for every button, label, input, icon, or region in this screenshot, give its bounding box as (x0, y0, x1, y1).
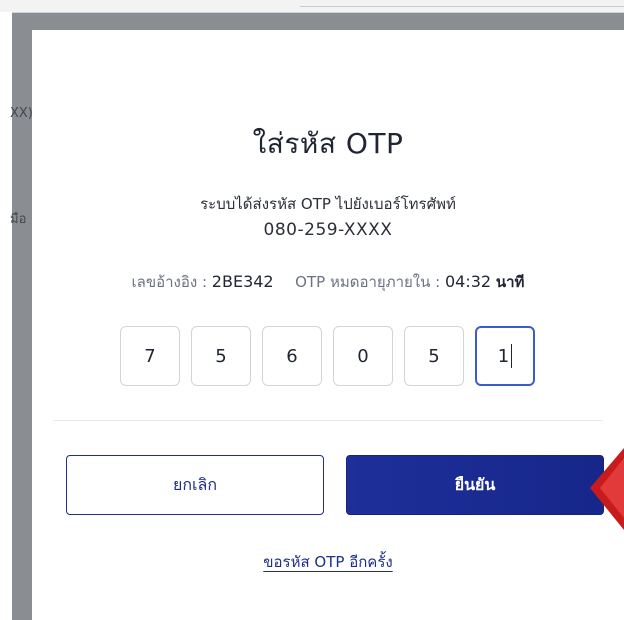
otp-digit-input-3[interactable]: 6 (262, 326, 322, 386)
background-text-fragment: มือ (10, 212, 27, 227)
confirm-button[interactable]: ยืนยัน (346, 455, 604, 515)
otp-digit-input-2[interactable]: 5 (191, 326, 251, 386)
red-pointer-arrow-icon (590, 448, 624, 530)
otp-digit-input-4[interactable]: 0 (333, 326, 393, 386)
expire-time: 04:32 (444, 272, 492, 291)
background-left-panel (0, 12, 12, 620)
phone-number: 080-259-XXXX (263, 220, 393, 240)
divider (54, 420, 602, 421)
otp-digit-input-5[interactable]: 5 (404, 326, 464, 386)
otp-digit-value: 7 (144, 345, 156, 367)
background-text-fragment: XX) (10, 106, 33, 121)
background-rule (300, 6, 624, 7)
ref-label: เลขอ้างอิง : (131, 273, 208, 291)
expire-label: OTP หมดอายุภายใน : (295, 273, 441, 291)
otp-input-row: 7 5 6 0 5 1 (120, 326, 535, 388)
background-top-bar (0, 0, 624, 13)
otp-digit-value: 5 (428, 345, 440, 367)
otp-digit-input-1[interactable]: 7 (120, 326, 180, 386)
otp-digit-value: 6 (286, 345, 298, 367)
expire-unit: นาที (495, 273, 525, 291)
otp-sent-description: ระบบได้ส่งรหัส OTP ไปยังเบอร์โทรศัพท์ (200, 195, 456, 213)
otp-digit-value: 1 (497, 345, 510, 367)
otp-modal: ใส่รหัส OTP ระบบได้ส่งรหัส OTP ไปยังเบอร… (32, 30, 624, 620)
otp-digit-input-6[interactable]: 1 (475, 326, 535, 386)
modal-title: ใส่รหัส OTP (252, 127, 404, 160)
ref-value: 2BE342 (211, 272, 274, 291)
otp-digit-value: 5 (215, 345, 227, 367)
text-caret (511, 344, 513, 368)
resend-otp-link[interactable]: ขอรหัส OTP อีกครั้ง (32, 550, 624, 574)
cancel-button[interactable]: ยกเลิก (66, 455, 324, 515)
otp-digit-value: 0 (357, 345, 369, 367)
reference-row: เลขอ้างอิง : 2BE342 OTP หมดอายุภายใน : 0… (32, 270, 624, 294)
